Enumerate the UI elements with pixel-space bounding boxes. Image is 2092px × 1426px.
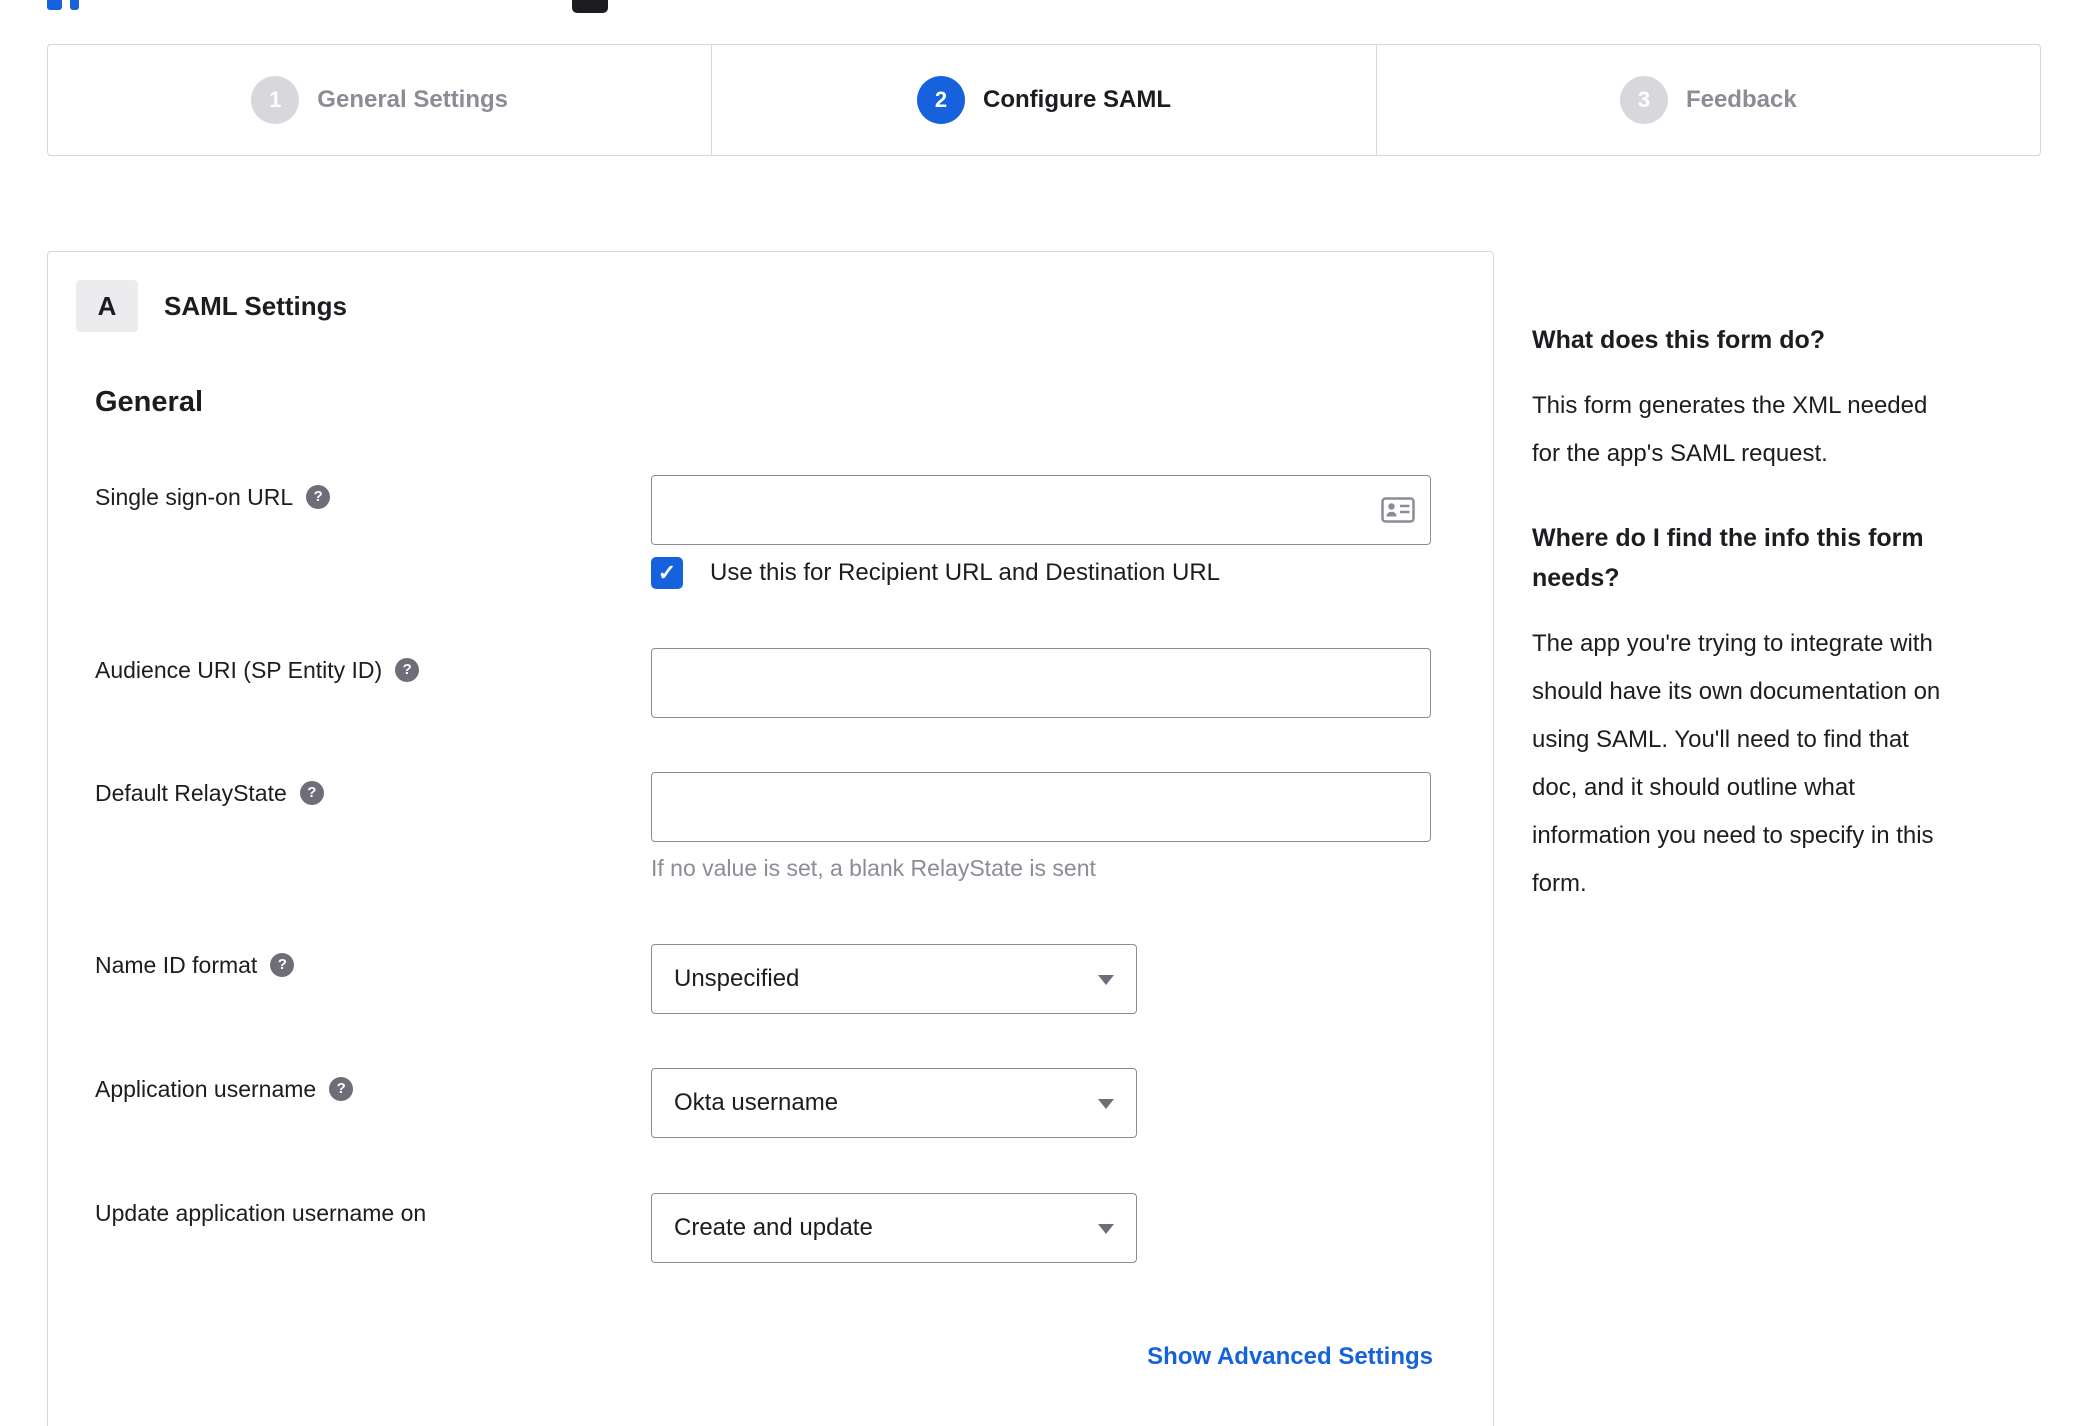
step-label-feedback: Feedback [1685, 86, 1797, 113]
dropdown-arrow-icon [1098, 975, 1114, 985]
sso-url-input[interactable] [651, 475, 1431, 545]
section-badge: A [76, 280, 138, 332]
cutoff-title-fragment-2 [70, 0, 79, 10]
step-general-settings[interactable]: 1 General Settings [48, 45, 711, 155]
saml-settings-panel: A SAML Settings General Single sign-on U… [47, 251, 1494, 1426]
step-number-badge: 1 [251, 76, 300, 124]
cutoff-logo-fragment [572, 0, 608, 13]
dropdown-arrow-icon [1098, 1224, 1114, 1234]
checkmark-icon: ✓ [657, 560, 677, 585]
sidebar-question-2-body: The app you're trying to integrate with … [1532, 630, 1941, 897]
step-number-badge: 3 [1619, 76, 1668, 124]
cutoff-title-fragment [47, 0, 62, 10]
sidebar-question-1-body: This form generates the XML needed for t… [1532, 392, 1928, 467]
update-application-username-value: Create and update [674, 1214, 873, 1241]
sso-url-input-wrap [651, 475, 1431, 545]
name-id-format-select[interactable]: Unspecified [651, 944, 1137, 1014]
step-configure-saml[interactable]: 2 Configure SAML [711, 45, 1375, 155]
step-label-configure-saml: Configure SAML [983, 86, 1171, 113]
update-application-username-label-text: Update application username on [95, 1200, 427, 1226]
help-icon[interactable]: ? [329, 1077, 354, 1101]
relay-state-label: Default RelayState ? [95, 777, 324, 809]
audience-uri-input-wrap [651, 648, 1431, 718]
update-application-username-label: Update application username on [95, 1197, 426, 1229]
relay-state-input[interactable] [651, 772, 1431, 842]
contact-card-icon[interactable] [1381, 497, 1415, 523]
audience-uri-label-text: Audience URI (SP Entity ID) [95, 657, 383, 683]
sso-url-label: Single sign-on URL ? [95, 481, 331, 513]
application-username-label-text: Application username [95, 1076, 317, 1102]
general-heading: General [95, 386, 203, 418]
sidebar-question-2-title: Where do I find the info this form needs… [1532, 524, 1924, 592]
step-number-badge: 2 [917, 76, 965, 124]
section-title: SAML Settings [164, 291, 347, 321]
help-icon[interactable]: ? [306, 485, 331, 509]
relay-state-input-wrap [651, 772, 1431, 842]
sidebar-question-1-title: What does this form do? [1532, 326, 1826, 354]
update-application-username-select[interactable]: Create and update [651, 1193, 1137, 1263]
sso-url-label-text: Single sign-on URL [95, 484, 294, 510]
help-sidebar: What does this form do? This form genera… [1532, 320, 2042, 948]
relay-state-hint: If no value is set, a blank RelayState i… [651, 855, 1096, 881]
recipient-url-checkbox-label: Use this for Recipient URL and Destinati… [710, 559, 1221, 586]
name-id-format-label-text: Name ID format [95, 952, 258, 978]
audience-uri-label: Audience URI (SP Entity ID) ? [95, 654, 420, 686]
name-id-format-value: Unspecified [674, 965, 800, 992]
help-icon[interactable]: ? [270, 953, 295, 977]
relay-state-label-text: Default RelayState [95, 780, 287, 806]
application-username-select[interactable]: Okta username [651, 1068, 1137, 1138]
recipient-url-checkbox[interactable]: ✓ [651, 557, 683, 589]
help-icon[interactable]: ? [299, 781, 324, 805]
help-icon[interactable]: ? [395, 658, 420, 682]
wizard-stepper: 1 General Settings 2 Configure SAML 3 Fe… [47, 44, 2041, 156]
step-feedback[interactable]: 3 Feedback [1375, 45, 2040, 155]
application-username-value: Okta username [674, 1089, 839, 1116]
application-username-label: Application username ? [95, 1073, 354, 1105]
audience-uri-input[interactable] [651, 648, 1431, 718]
show-advanced-settings-link[interactable]: Show Advanced Settings [1147, 1341, 1433, 1373]
dropdown-arrow-icon [1098, 1099, 1114, 1109]
step-label-general-settings: General Settings [317, 86, 509, 113]
name-id-format-label: Name ID format ? [95, 949, 295, 981]
